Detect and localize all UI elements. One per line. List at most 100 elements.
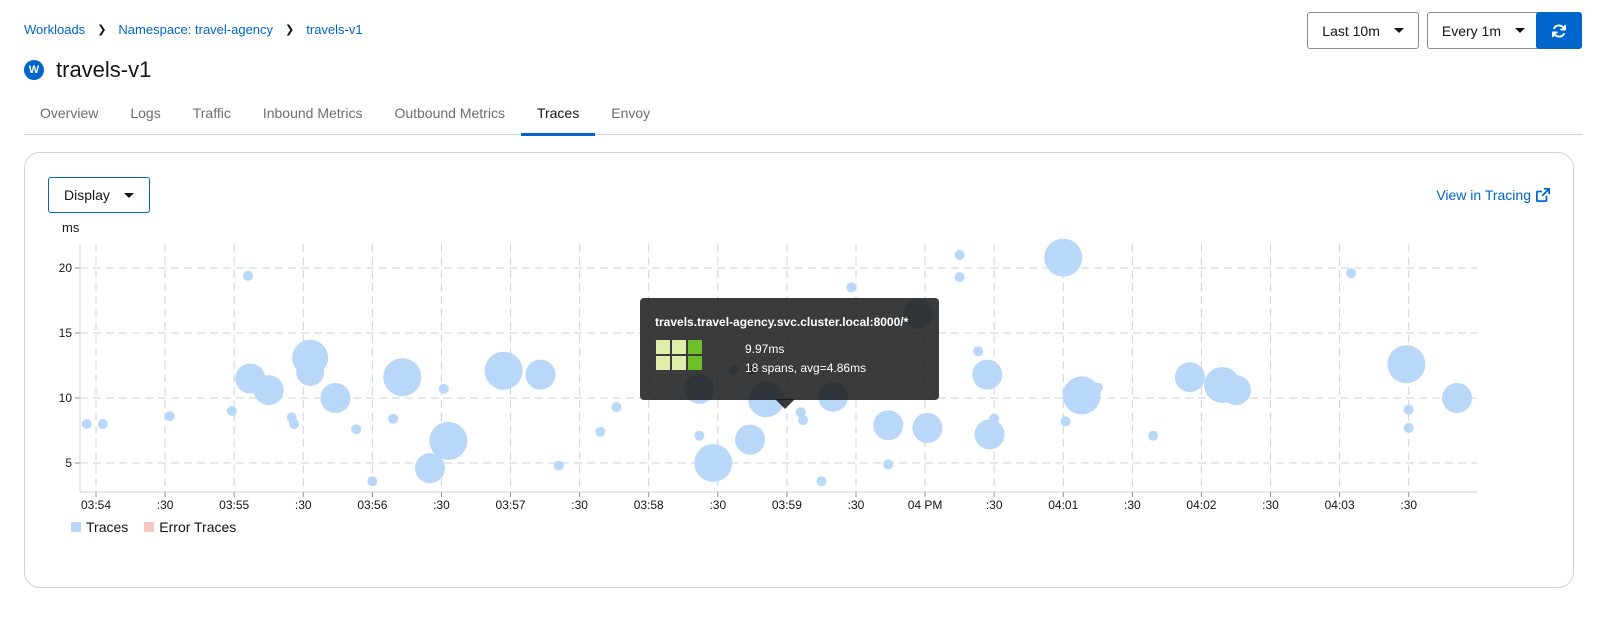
- trace-point: [611, 402, 622, 413]
- workload-badge: W: [24, 60, 44, 80]
- trace-point: [164, 411, 175, 422]
- trace-point: [1092, 382, 1103, 393]
- trace-point: [694, 430, 705, 441]
- trace-point: [1403, 422, 1414, 433]
- trace-point: [429, 421, 468, 460]
- x-tick-label: 04:02: [1186, 498, 1216, 512]
- legend-swatch: [71, 522, 81, 532]
- tab-logs[interactable]: Logs: [114, 96, 176, 135]
- x-tick-label: 03:57: [496, 498, 526, 512]
- breadcrumb-namespace-link[interactable]: Namespace: travel-agency: [118, 22, 273, 37]
- chevron-right-icon: ❯: [285, 24, 295, 36]
- trace-point: [383, 358, 422, 397]
- breadcrumb-workload-link[interactable]: travels-v1: [306, 22, 362, 37]
- trace-point: [296, 358, 325, 386]
- trace-point: [972, 359, 1003, 390]
- trace-point: [81, 419, 92, 429]
- refresh-interval-value: Every 1m: [1441, 22, 1501, 39]
- x-tick-label: :30: [1262, 498, 1279, 512]
- trace-point: [320, 383, 351, 413]
- caret-down-icon: [1515, 28, 1525, 33]
- trace-point: [954, 272, 965, 283]
- traces-card: Display View in Tracing ms 5 10 15 20 03:54:3…: [24, 152, 1574, 588]
- span-cell: [688, 356, 702, 370]
- y-axis-label: ms: [62, 220, 80, 235]
- tooltip-title: travels.travel-agency.svc.cluster.local:…: [655, 315, 909, 329]
- top-controls: Last 10m Every 1m: [1307, 12, 1540, 49]
- legend-swatch: [144, 522, 155, 532]
- span-cell: [672, 356, 686, 370]
- trace-point: [1148, 430, 1159, 441]
- page-title: travels-v1: [56, 57, 152, 82]
- tab-envoy[interactable]: Envoy: [595, 96, 666, 135]
- x-tick-label: 03:54: [81, 498, 111, 512]
- x-tick-label: :30: [295, 498, 312, 512]
- trace-tooltip: travels.travel-agency.svc.cluster.local:…: [640, 298, 939, 409]
- legend-item[interactable]: Error Traces: [144, 519, 236, 535]
- x-tick-label: :30: [848, 498, 865, 512]
- trace-point: [289, 419, 300, 429]
- x-tick-label: 03:55: [219, 498, 249, 512]
- x-tick-label: :30: [1400, 498, 1417, 512]
- chevron-right-icon: ❯: [97, 24, 107, 36]
- legend-label: Error Traces: [159, 519, 237, 535]
- trace-point: [226, 406, 237, 416]
- trace-point: [484, 351, 523, 390]
- tab-inbound-metrics[interactable]: Inbound Metrics: [247, 96, 379, 135]
- trace-point: [525, 359, 556, 390]
- trace-point: [989, 413, 1000, 424]
- tab-traffic[interactable]: Traffic: [177, 96, 247, 135]
- trace-point: [553, 460, 564, 471]
- legend-item[interactable]: Traces: [71, 519, 128, 535]
- trace-point: [798, 415, 809, 426]
- y-tick-label: 10: [59, 391, 73, 405]
- refresh-interval-select[interactable]: Every 1m: [1426, 12, 1540, 49]
- breadcrumb-workloads-link[interactable]: Workloads: [24, 22, 85, 37]
- span-heatmap: [656, 340, 702, 370]
- y-tick-label: 20: [59, 261, 73, 275]
- span-cell: [672, 340, 686, 354]
- legend-label: Traces: [86, 519, 129, 535]
- x-tick-label: :30: [709, 498, 726, 512]
- tab-outbound-metrics[interactable]: Outbound Metrics: [378, 96, 521, 135]
- tab-traces[interactable]: Traces: [520, 96, 596, 136]
- chart-legend: Traces Error Traces: [71, 519, 252, 535]
- trace-point: [846, 282, 857, 293]
- page-header: W travels-v1: [24, 57, 151, 83]
- span-cell: [656, 356, 670, 370]
- trace-point: [253, 375, 284, 406]
- trace-point: [1062, 376, 1101, 415]
- x-tick-label: 04 PM: [908, 498, 943, 512]
- time-range-select[interactable]: Last 10m: [1307, 12, 1419, 49]
- tab-bar: Overview Logs Traffic Inbound Metrics Outbou…: [24, 96, 1583, 136]
- tooltip-spans: 18 spans, avg=4.86ms: [745, 361, 867, 375]
- trace-point: [351, 424, 362, 435]
- tooltip-duration: 9.97ms: [745, 342, 785, 356]
- trace-point: [1442, 383, 1473, 413]
- x-tick-label: :30: [571, 498, 588, 512]
- trace-point: [1044, 238, 1083, 277]
- time-range-value: Last 10m: [1322, 22, 1380, 39]
- x-tick-label: :30: [433, 498, 450, 512]
- trace-point: [973, 346, 984, 357]
- trace-point: [883, 459, 894, 470]
- sync-icon: [1552, 23, 1566, 38]
- x-tick-label: :30: [1124, 498, 1141, 512]
- x-tick-label: :30: [986, 498, 1003, 512]
- trace-point: [97, 419, 108, 429]
- trace-point: [735, 424, 766, 455]
- y-tick-label: 15: [59, 326, 73, 340]
- span-cell: [688, 340, 702, 354]
- breadcrumb: Workloads ❯ Namespace: travel-agency ❯ t…: [24, 22, 363, 37]
- tab-overview[interactable]: Overview: [24, 96, 114, 135]
- trace-point: [438, 383, 449, 394]
- trace-point: [1060, 416, 1071, 427]
- y-tick-label: 5: [65, 456, 72, 470]
- trace-point: [912, 412, 943, 443]
- x-tick-label: 03:59: [772, 498, 802, 512]
- trace-point: [873, 410, 904, 441]
- refresh-button[interactable]: [1536, 12, 1582, 49]
- trace-point: [1403, 404, 1414, 415]
- trace-point: [1346, 268, 1357, 279]
- tooltip-arrow: [775, 399, 795, 409]
